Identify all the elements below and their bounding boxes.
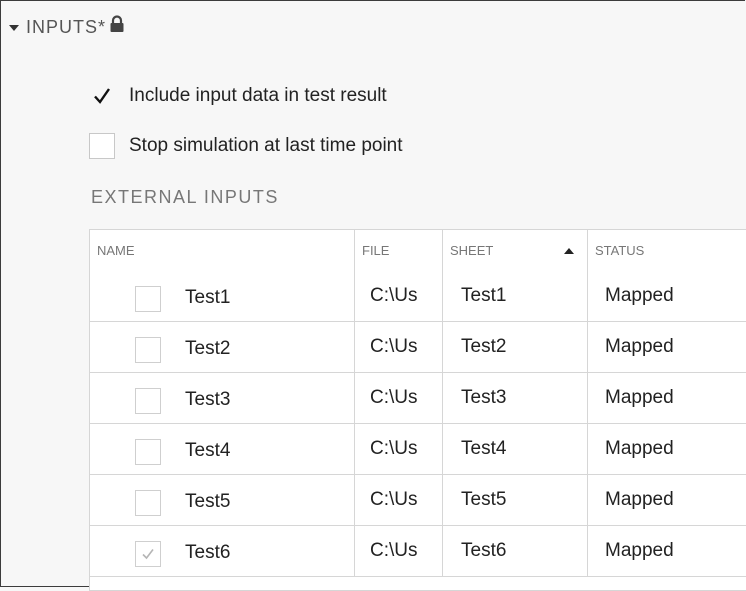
inputs-section-header[interactable]: INPUTS* (9, 14, 125, 39)
table-row[interactable]: Test5 C:\Us Test5 Mapped (90, 475, 746, 526)
sort-ascending-icon (564, 248, 574, 254)
table-row[interactable]: Test2 C:\Us Test2 Mapped (90, 322, 746, 373)
name-cell: Test1 (90, 271, 355, 321)
external-inputs-table: NAME FILE SHEET STATUS Test1 C:\Us Test1… (89, 229, 746, 591)
column-header-name-label: NAME (97, 243, 135, 258)
row-name: Test6 (185, 542, 231, 563)
name-cell: Test3 (90, 373, 355, 423)
stop-simulation-checkbox[interactable] (89, 133, 115, 159)
table-row[interactable]: Test6 C:\Us Test6 Mapped (90, 526, 746, 577)
name-cell: Test5 (90, 475, 355, 525)
file-cell: C:\Us (355, 373, 443, 423)
row-name: Test1 (185, 287, 231, 308)
lock-icon (109, 14, 125, 38)
row-name: Test4 (185, 440, 231, 461)
column-header-sheet-label: SHEET (450, 243, 494, 258)
row-name: Test5 (185, 491, 231, 512)
sheet-cell: Test2 (443, 322, 588, 372)
status-cell: Mapped (605, 336, 674, 357)
row-checkbox[interactable] (135, 490, 161, 516)
status-cell: Mapped (605, 489, 674, 510)
file-cell: C:\Us (355, 526, 443, 576)
name-cell: Test6 (90, 526, 355, 576)
stop-simulation-option[interactable]: Stop simulation at last time point (89, 131, 403, 161)
table-header: NAME FILE SHEET STATUS (90, 230, 746, 272)
table-row[interactable]: Test3 C:\Us Test3 Mapped (90, 373, 746, 424)
row-checkbox[interactable] (135, 388, 161, 414)
file-cell: C:\Us (355, 424, 443, 474)
include-input-data-label: Include input data in test result (129, 85, 387, 106)
checkmark-icon (94, 88, 110, 104)
table-row[interactable]: Test1 C:\Us Test1 Mapped (90, 271, 746, 322)
collapse-triangle-icon[interactable] (9, 25, 19, 31)
status-cell: Mapped (605, 540, 674, 561)
sheet-cell: Test6 (443, 526, 588, 576)
status-cell: Mapped (605, 438, 674, 459)
status-cell: Mapped (605, 285, 674, 306)
name-cell: Test2 (90, 322, 355, 372)
table-row[interactable]: Test4 C:\Us Test4 Mapped (90, 424, 746, 475)
row-checkbox[interactable] (135, 337, 161, 363)
column-header-name[interactable]: NAME (90, 230, 355, 271)
column-header-status[interactable]: STATUS (588, 230, 746, 271)
checkmark-icon (142, 549, 154, 560)
column-header-file[interactable]: FILE (355, 230, 443, 271)
file-cell: C:\Us (355, 475, 443, 525)
name-cell: Test4 (90, 424, 355, 474)
row-checkbox[interactable] (135, 541, 161, 567)
include-input-data-checkbox[interactable] (89, 83, 115, 109)
row-name: Test2 (185, 338, 231, 359)
include-input-data-option[interactable]: Include input data in test result (89, 81, 387, 111)
sheet-cell: Test3 (443, 373, 588, 423)
row-checkbox[interactable] (135, 286, 161, 312)
stop-simulation-label: Stop simulation at last time point (129, 135, 403, 156)
file-cell: C:\Us (355, 271, 443, 321)
section-title: INPUTS* (26, 16, 107, 37)
row-checkbox[interactable] (135, 439, 161, 465)
column-header-sheet[interactable]: SHEET (443, 230, 588, 271)
sheet-cell: Test5 (443, 475, 588, 525)
status-cell: Mapped (605, 387, 674, 408)
column-header-file-label: FILE (362, 243, 390, 258)
inputs-panel: INPUTS* Include input data in test resul… (0, 0, 746, 591)
external-inputs-title: EXTERNAL INPUTS (91, 187, 279, 207)
sheet-cell: Test4 (443, 424, 588, 474)
row-name: Test3 (185, 389, 231, 410)
file-cell: C:\Us (355, 322, 443, 372)
column-header-status-label: STATUS (595, 243, 645, 258)
sheet-cell: Test1 (443, 271, 588, 321)
